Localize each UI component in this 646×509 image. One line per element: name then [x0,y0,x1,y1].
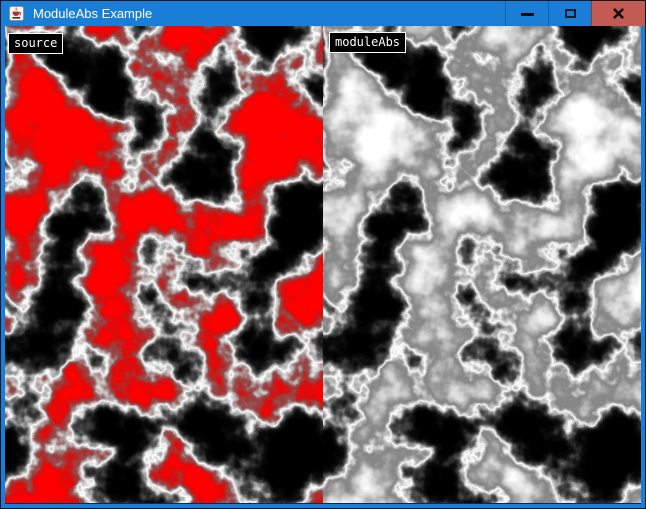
moduleabs-panel: moduleAbs [323,26,641,503]
source-label: source [8,33,63,54]
app-window: ModuleAbs Example [0,0,646,509]
java-coffee-cup-icon [9,6,24,21]
render-content-area: source [5,26,641,503]
source-panel: source [5,26,323,503]
moduleabs-label: moduleAbs [329,32,406,53]
titlebar[interactable]: ModuleAbs Example [1,1,645,26]
minimize-dash-icon [521,13,534,16]
close-x-icon [613,8,624,19]
maximize-square-icon [565,9,576,18]
window-controls [505,1,645,26]
window-title: ModuleAbs Example [33,1,152,26]
minimize-button[interactable] [505,1,548,26]
source-noise-image [5,26,323,503]
close-button[interactable] [591,1,645,26]
maximize-button[interactable] [548,1,591,26]
moduleabs-noise-image [323,26,641,503]
